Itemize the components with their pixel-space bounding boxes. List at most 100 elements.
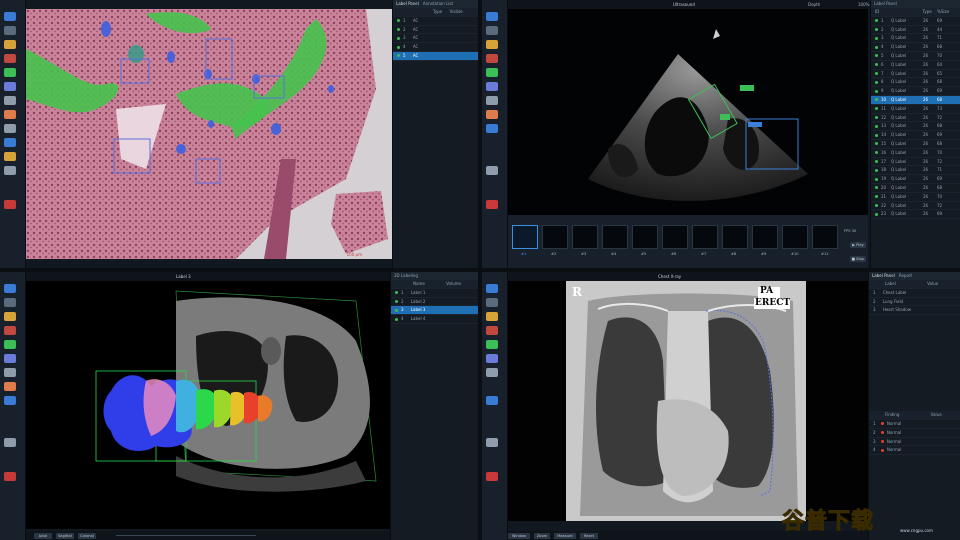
play-button[interactable]: ▶ Play [850,242,866,248]
frame-thumb[interactable]: #2 [542,225,568,256]
table-row[interactable]: 1 Q Label 26 69 [871,17,960,26]
table-row[interactable]: 1 Label 1 [391,289,478,298]
table-row[interactable]: 20 Q Label 26 68 [871,184,960,193]
layers-icon[interactable] [486,40,498,49]
save-icon[interactable] [4,298,16,307]
save-icon[interactable] [486,26,498,35]
polygon-icon[interactable] [486,68,498,77]
tab-3d-labeling[interactable]: 3D Labeling [391,272,478,280]
delete-icon[interactable] [4,200,16,209]
rectangle-icon[interactable] [4,354,16,363]
table-row[interactable]: 4 AC [393,43,478,52]
table-row[interactable]: 4 Label 4 [391,315,478,324]
view-axial-button[interactable]: Axial [34,533,52,539]
tab-annotation-list[interactable]: Annotation List [423,0,453,8]
brush-icon[interactable] [4,326,16,335]
table-row[interactable]: 18 Q Label 26 71 [871,166,960,176]
brush-icon[interactable] [486,326,498,335]
table-row[interactable]: 6 Q Label 26 64 [871,61,960,70]
table-row[interactable]: 19 Q Label 26 69 [871,175,960,184]
ct-volume-render[interactable] [26,281,390,529]
frame-thumb[interactable]: #7 [692,225,718,256]
tab-label-panel[interactable]: Label Panel [871,0,960,8]
table-row[interactable]: 9 Q Label 26 69 [871,87,960,96]
frame-thumb[interactable]: #11 [812,225,838,256]
table-row[interactable]: 11 Q Label 26 73 [871,105,960,114]
delete-icon[interactable] [486,472,498,481]
folder-icon[interactable] [486,12,498,21]
folder-icon[interactable] [486,284,498,293]
stop-button[interactable]: ■ Stop [850,256,866,262]
delete-icon[interactable] [4,472,16,481]
frame-thumb[interactable]: #9 [752,225,778,256]
table-row[interactable]: 21 Q Label 26 70 [871,193,960,202]
rotate-icon[interactable] [4,382,16,391]
cursor-icon[interactable] [486,124,498,133]
ellipse-icon[interactable] [486,368,498,377]
slice-slider[interactable] [116,535,256,536]
table-row[interactable]: 4 Q Label 26 68 [871,43,960,52]
frame-thumb[interactable]: #8 [722,225,748,256]
frame-thumb[interactable]: #5 [632,225,658,256]
table-row[interactable]: 4 Normal [869,446,960,456]
pathology-slide[interactable]: 100 μm [26,9,392,259]
measure-button[interactable]: Measure [554,533,576,539]
layers-icon[interactable] [486,312,498,321]
save-icon[interactable] [486,298,498,307]
frame-thumb[interactable]: #3 [572,225,598,256]
tab-label-panel[interactable]: Label Panel [872,272,895,280]
layers-icon[interactable] [4,312,16,321]
table-row[interactable]: 5 Q Label 26 70 [871,52,960,61]
settings-icon[interactable] [486,438,498,447]
polygon-icon[interactable] [4,340,16,349]
table-row[interactable]: 16 Q Label 26 70 [871,149,960,158]
reset-button[interactable]: Reset [580,533,598,539]
table-row[interactable]: 2 Q Label 26 44 [871,26,960,35]
folder-icon[interactable] [4,284,16,293]
ultrasound-image[interactable] [508,9,868,215]
delete-icon[interactable] [486,200,498,209]
table-row[interactable]: 3 Q Label 26 71 [871,34,960,44]
tab-label-panel[interactable]: Label Panel [396,0,419,8]
window-button[interactable]: Window [508,533,530,539]
xray-image[interactable]: R PA ERECT [508,281,868,521]
table-row[interactable]: 3 Normal [869,438,960,447]
cursor-icon[interactable] [4,138,16,147]
table-row[interactable]: 13 Q Label 26 68 [871,122,960,132]
table-row[interactable]: 17 Q Label 26 72 [871,158,960,167]
table-row[interactable]: 12 Q Label 26 72 [871,114,960,123]
table-row[interactable]: 3 Heart Shadow [869,306,960,316]
table-row[interactable]: 2 Normal [869,429,960,438]
table-row[interactable]: 15 Q Label 26 68 [871,140,960,149]
cursor-icon[interactable] [4,396,16,405]
rectangle-icon[interactable] [486,354,498,363]
table-row[interactable]: 1 Normal [869,420,960,429]
table-row[interactable]: 1 AC [393,17,478,26]
layers-icon[interactable] [4,40,16,49]
eraser-icon[interactable] [4,110,16,119]
table-row[interactable]: 2 Label 2 [391,298,478,307]
view-coronal-button[interactable]: Coronal [78,533,96,539]
table-row[interactable]: 23 Q Label 26 69 [871,210,960,220]
frame-thumb[interactable]: #10 [782,225,808,256]
table-row[interactable]: 3 AC [393,34,478,44]
tab-report[interactable]: Report [899,272,912,280]
settings-icon[interactable] [486,166,498,175]
brush-icon[interactable] [486,54,498,63]
polygon-icon[interactable] [486,340,498,349]
rectangle-icon[interactable] [486,82,498,91]
table-row-selected[interactable]: 3 Label 3 [391,306,478,316]
table-row[interactable]: 8 Q Label 26 68 [871,78,960,88]
save-icon[interactable] [4,26,16,35]
magic-wand-icon[interactable] [4,152,16,161]
brush-icon[interactable] [4,54,16,63]
ellipse-icon[interactable] [4,96,16,105]
table-row[interactable]: 22 Q Label 26 72 [871,202,960,211]
rectangle-icon[interactable] [4,82,16,91]
table-row[interactable]: 14 Q Label 26 69 [871,131,960,140]
table-row[interactable]: 2 AC [393,26,478,35]
table-row[interactable]: 2 Lung Field [869,298,960,307]
folder-icon[interactable] [4,12,16,21]
zoom-button[interactable]: Zoom [534,533,550,539]
cursor-icon[interactable] [486,396,498,405]
